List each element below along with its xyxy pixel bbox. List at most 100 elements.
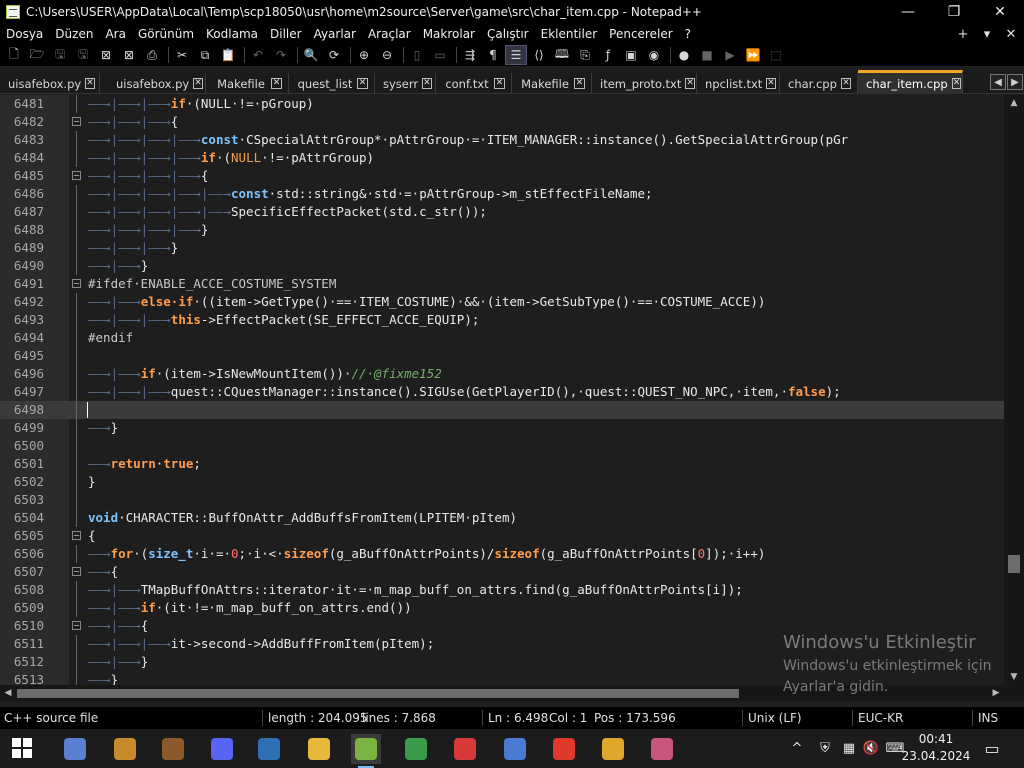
scroll-left-arrow-icon[interactable]: ◀ (0, 685, 16, 701)
task-manager-icon[interactable]: ▦ (838, 729, 860, 768)
code-line[interactable]: 6497 ——→|——→|——→quest::CQuestManager::ins… (0, 383, 1004, 401)
vertical-scrollbar[interactable]: ▲ ▼ (1004, 95, 1024, 685)
book-icon[interactable]: 🕮 (552, 46, 572, 64)
function-list-icon[interactable]: ƒ (598, 46, 618, 64)
tab-9[interactable]: char.cpp ✕ (780, 73, 858, 94)
new-file-icon[interactable]: 🗋 (4, 46, 24, 64)
code-line[interactable]: 6504 void·CHARACTER::BuffOnAttr_AddBuffsF… (0, 509, 1004, 527)
tab-list-dropdown-button[interactable]: ▾ (977, 24, 997, 44)
close-document-button[interactable]: ✕ (1001, 24, 1021, 44)
word-wrap-icon[interactable]: ⇶ (460, 46, 480, 64)
tab-8[interactable]: npclist.txt ✕ (697, 73, 780, 94)
monitor-icon[interactable]: ▣ (621, 46, 641, 64)
taskbar-virtualbox-icon[interactable] (254, 734, 284, 764)
tab-close-icon[interactable]: ✕ (193, 78, 203, 89)
status-eol[interactable]: Unix (LF) (748, 707, 802, 729)
security-icon[interactable]: ⛨ (814, 729, 836, 768)
code-line[interactable]: 6493 ——→|——→|——→this->EffectPacket(SE_EFF… (0, 311, 1004, 329)
menu-item-4[interactable]: Kodlama (200, 27, 264, 41)
menu-item-1[interactable]: Düzen (49, 27, 99, 41)
minimize-button[interactable]: — (885, 0, 931, 24)
stop-record-icon[interactable]: ■ (697, 46, 717, 64)
menu-item-3[interactable]: Görünüm (132, 27, 200, 41)
tab-close-icon[interactable]: ✕ (840, 78, 851, 89)
menu-item-11[interactable]: Pencereler (603, 27, 678, 41)
code-line[interactable]: 6490 ——→|——→} (0, 257, 1004, 275)
tab-close-icon[interactable]: ✕ (574, 78, 585, 89)
code-line[interactable]: 6485 − ——→|——→|——→|——→{ (0, 167, 1004, 185)
taskbar-m2-game-icon[interactable] (110, 734, 140, 764)
tab-close-icon[interactable]: ✕ (422, 78, 432, 89)
zoom-out-icon[interactable]: ⊖ (377, 46, 397, 64)
taskbar-discord-icon[interactable] (207, 734, 237, 764)
code-line[interactable]: 6484 ——→|——→|——→|——→if·(NULL·!=·pAttrGrou… (0, 149, 1004, 167)
menu-item-5[interactable]: Diller (264, 27, 308, 41)
taskbar-chrome-icon[interactable] (598, 734, 628, 764)
fold-toggle-icon[interactable]: − (72, 279, 81, 288)
tab-close-icon[interactable]: ✕ (685, 78, 695, 89)
scroll-down-arrow-icon[interactable]: ▼ (1004, 669, 1024, 685)
maximize-button[interactable]: ❐ (931, 0, 977, 24)
vertical-scroll-thumb[interactable] (1008, 555, 1020, 573)
fold-toggle-icon[interactable]: − (72, 531, 81, 540)
tab-5[interactable]: conf.txt ✕ (436, 73, 512, 94)
code-line[interactable]: 6482 − ——→|——→|——→{ (0, 113, 1004, 131)
tab-6[interactable]: Makefile ✕ (512, 73, 592, 94)
play-multiple-icon[interactable]: ⏩ (743, 46, 763, 64)
code-line[interactable]: 6509 ——→|——→if·(it·!=·m_map_buff_on_attrs… (0, 599, 1004, 617)
menu-item-8[interactable]: Makrolar (417, 27, 481, 41)
code-line[interactable]: 6494 #endif (0, 329, 1004, 347)
taskbar-game-avatar-icon[interactable] (647, 734, 677, 764)
code-line[interactable]: 6481 ——→|——→|——→if·(NULL·!=·pGroup) (0, 95, 1004, 113)
panel-icon[interactable]: ◉ (644, 46, 664, 64)
status-insert-mode[interactable]: INS (978, 707, 998, 729)
tab-scroll-right-button[interactable]: ▶ (1007, 74, 1023, 90)
speaker-muted-icon[interactable]: 🔇 (860, 729, 882, 768)
code-line[interactable]: 6488 ——→|——→|——→|——→} (0, 221, 1004, 239)
tab-close-icon[interactable]: ✕ (766, 78, 776, 89)
code-line[interactable]: 6500 (0, 437, 1004, 455)
code-line[interactable]: 6495 (0, 347, 1004, 365)
tab-1[interactable]: uisafebox.py ✕ (108, 73, 206, 94)
code-line[interactable]: 6502} (0, 473, 1004, 491)
tab-close-icon[interactable]: ✕ (85, 78, 95, 89)
keyboard-icon[interactable]: ⌨ (884, 729, 906, 768)
code-line[interactable]: 6491 − #ifdef·ENABLE_ACCE_COSTUME_SYSTEM (0, 275, 1004, 293)
code-line[interactable]: 6505 −{ (0, 527, 1004, 545)
clipboard-icon[interactable]: ⎘ (575, 46, 595, 64)
sync-horizontal-icon[interactable]: ▭ (430, 46, 450, 64)
indent-guide-icon[interactable]: ☰ (505, 45, 527, 65)
save-macro-icon[interactable]: ⬚ (766, 46, 786, 64)
code-line[interactable]: 6499 ——→} (0, 419, 1004, 437)
code-line[interactable]: 6487 ——→|——→|——→|——→|——→SpecificEffectPac… (0, 203, 1004, 221)
close-window-button[interactable]: ✕ (977, 0, 1023, 24)
taskbar-start-icon[interactable] (8, 734, 38, 764)
xml-icon[interactable]: ⟨⟩ (529, 46, 549, 64)
taskbar-anydesk-icon[interactable] (549, 734, 579, 764)
taskbar-clock[interactable]: 00:41 23.04.2024 (900, 731, 972, 765)
code-line[interactable]: 6486 ——→|——→|——→|——→|——→const·std::string… (0, 185, 1004, 203)
code-line[interactable]: 6492 ——→|——→else·if·((item->GetType()·==·… (0, 293, 1004, 311)
menu-item-12[interactable]: ? (679, 27, 697, 41)
code-editor[interactable]: 6481 ——→|——→|——→if·(NULL·!=·pGroup) 6482− —… (0, 95, 1004, 685)
tab-10[interactable]: char_item.cpp ✕ (858, 70, 963, 94)
taskbar-notepadpp-icon[interactable] (351, 734, 381, 768)
code-line[interactable]: 6503 (0, 491, 1004, 509)
tab-2[interactable]: Makefile ✕ (207, 73, 289, 94)
tab-close-icon[interactable]: ✕ (271, 78, 282, 89)
fold-toggle-icon[interactable]: − (72, 117, 81, 126)
copy-icon[interactable]: ⧉ (195, 46, 215, 64)
tab-close-icon[interactable]: ✕ (951, 78, 962, 89)
tab-close-icon[interactable]: ✕ (357, 78, 368, 89)
record-macro-icon[interactable]: ● (674, 46, 694, 64)
cut-icon[interactable]: ✂ (172, 46, 192, 64)
code-line[interactable]: 6483 ——→|——→|——→|——→const·CSpecialAttrGro… (0, 131, 1004, 149)
fold-toggle-icon[interactable]: − (72, 567, 81, 576)
save-icon[interactable]: 🖫 (50, 46, 70, 64)
redo-icon[interactable]: ↷ (271, 46, 291, 64)
menu-item-10[interactable]: Eklentiler (535, 27, 604, 41)
tab-7[interactable]: item_proto.txt ✕ (592, 73, 697, 94)
taskbar-red-tool-icon[interactable] (450, 734, 480, 764)
code-line[interactable]: 6507 − ——→{ (0, 563, 1004, 581)
sync-vertical-icon[interactable]: ▯ (407, 46, 427, 64)
